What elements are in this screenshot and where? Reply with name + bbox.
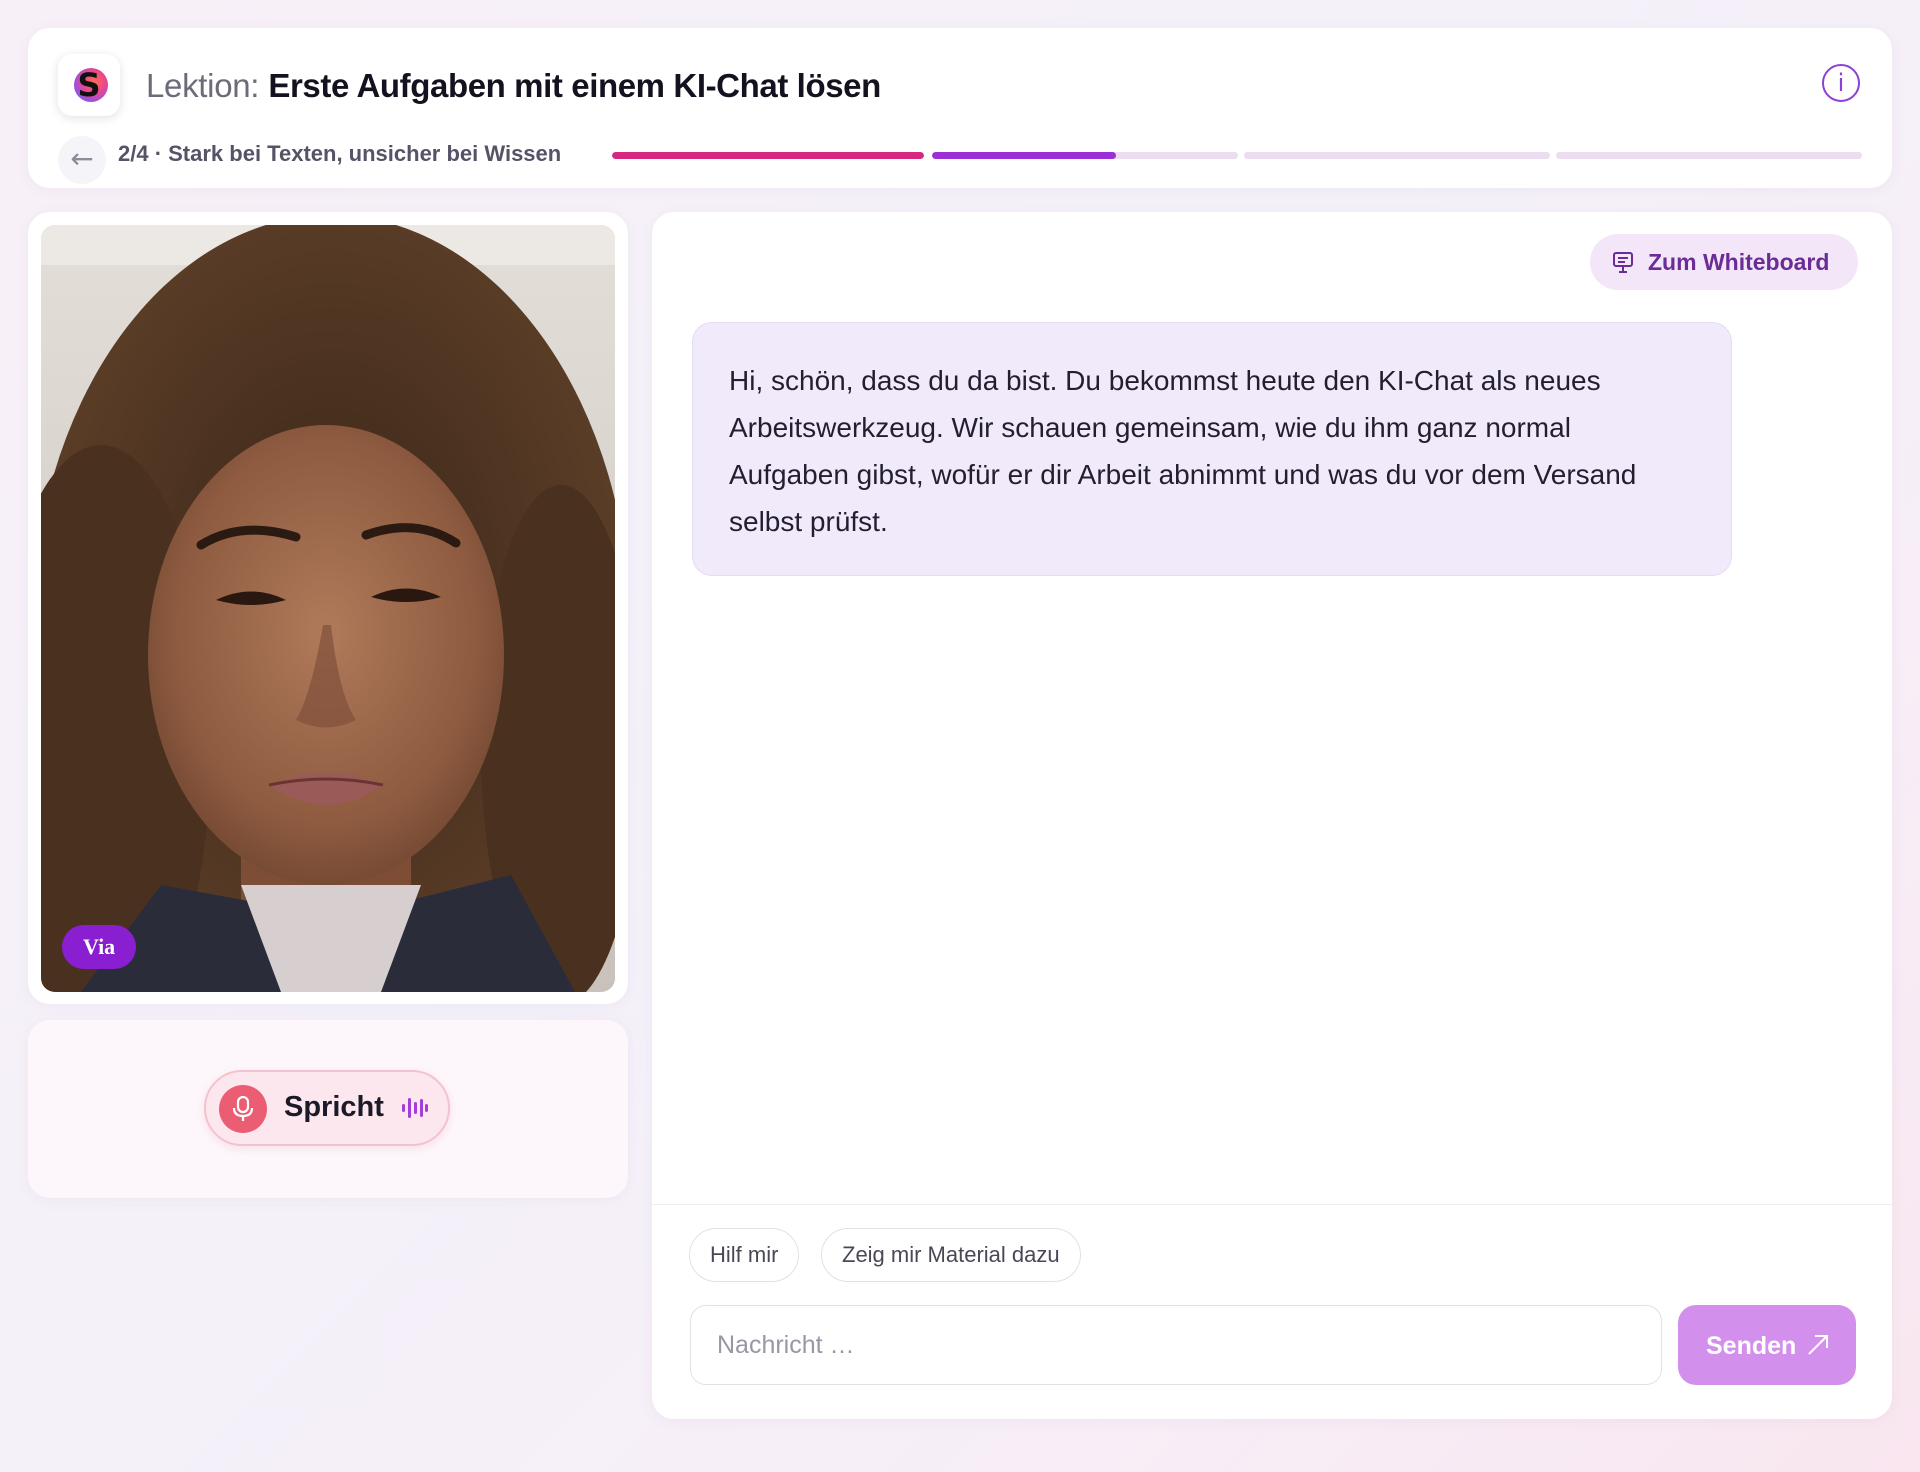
video-card — [28, 212, 628, 1004]
step-label: 2/4 · Stark bei Texten, unsicher bei Wis… — [118, 141, 562, 166]
chat-panel: Zum Whiteboard Hi, schön, dass du da bis… — [652, 212, 1892, 1419]
assistant-message-text: Hi, schön, dass du da bist. Du bekommst … — [729, 365, 1637, 537]
suggestion-chip-help[interactable]: Hilf mir — [689, 1228, 800, 1282]
progress-fill-2 — [932, 152, 1116, 159]
composer-divider — [652, 1204, 1892, 1205]
whiteboard-button-label: Zum Whiteboard — [1648, 249, 1830, 275]
message-input[interactable] — [690, 1305, 1662, 1385]
logo-letter: S — [77, 66, 100, 104]
microphone-icon — [232, 1096, 254, 1121]
speaking-status[interactable]: Spricht — [204, 1070, 450, 1146]
back-arrow-icon: ← — [70, 142, 94, 175]
progress-segment-3 — [1244, 152, 1550, 159]
lesson-title: Erste Aufgaben mit einem KI-Chat lösen — [268, 67, 881, 104]
progress-segment-2 — [932, 152, 1238, 159]
lesson-header: S Lektion: Erste Aufgaben mit einem KI-C… — [28, 28, 1892, 188]
title-prefix: Lektion: — [146, 67, 260, 104]
speaker-video — [41, 225, 615, 992]
app-logo: S — [58, 54, 120, 116]
speaker-portrait — [41, 225, 615, 992]
info-button[interactable]: i — [1822, 64, 1860, 102]
logo-icon: S — [74, 66, 108, 104]
info-icon: i — [1837, 69, 1845, 97]
send-arrow-icon — [1808, 1335, 1828, 1355]
page-title: Lektion: Erste Aufgaben mit einem KI-Cha… — [146, 66, 881, 106]
presentation-board-icon — [1613, 252, 1633, 273]
speaking-label: Spricht — [284, 1091, 384, 1123]
audio-wave-icon — [402, 1098, 428, 1118]
whiteboard-button[interactable]: Zum Whiteboard — [1590, 234, 1858, 290]
suggestion-chip-material[interactable]: Zeig mir Material dazu — [821, 1228, 1081, 1282]
mic-button[interactable] — [219, 1085, 267, 1133]
speaker-name-badge: Via — [62, 925, 137, 969]
progress-segment-4 — [1556, 152, 1862, 159]
assistant-message-bubble: Hi, schön, dass du da bist. Du bekommst … — [692, 322, 1732, 576]
progress-fill-1 — [612, 152, 924, 159]
send-button-label: Senden — [1706, 1332, 1797, 1360]
progress-segment-1 — [612, 152, 924, 159]
status-card: Spricht — [28, 1020, 628, 1198]
back-button[interactable]: ← — [58, 136, 106, 184]
send-button[interactable]: Senden — [1678, 1305, 1856, 1385]
